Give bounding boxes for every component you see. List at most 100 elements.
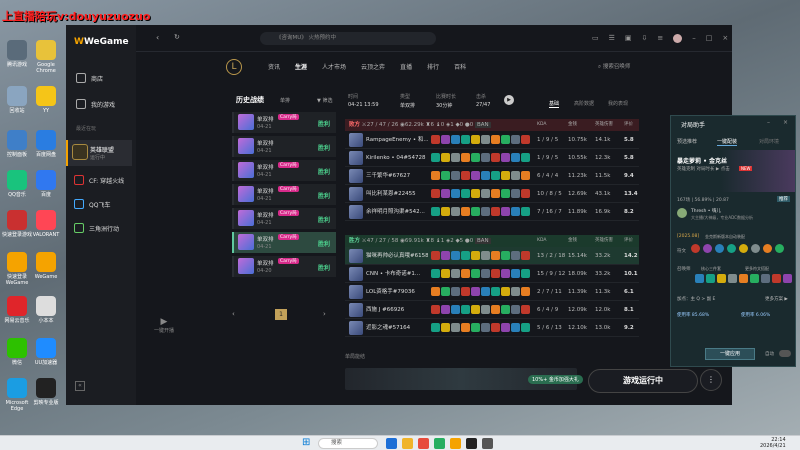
chat-icon[interactable]: ☰ xyxy=(609,34,615,43)
nav-item[interactable]: 直播 xyxy=(400,62,412,71)
menu-icon[interactable]: ≡ xyxy=(657,34,663,43)
nav-item[interactable]: 排行 xyxy=(427,62,439,71)
column-header: 评价 xyxy=(624,122,633,127)
back-icon[interactable]: ‹ xyxy=(156,33,159,42)
tab-basic[interactable]: 基础 xyxy=(549,100,560,108)
taskbar-app-icon[interactable] xyxy=(466,438,477,449)
player-name[interactable]: LOL资格手#79036 xyxy=(366,283,428,301)
history-row[interactable]: 单双排 04-21 Carry局 胜利 xyxy=(232,184,336,205)
maximize-icon[interactable]: □ xyxy=(706,34,713,43)
minimize-icon[interactable]: – xyxy=(692,34,696,43)
player-row[interactable]: 叫比利某恩#22455 10 / 8 / 5 12.69k 43.1k 13.4 xyxy=(345,185,639,203)
message-icon[interactable]: ▭ xyxy=(592,34,599,43)
nav-item[interactable]: 资讯 xyxy=(268,62,280,71)
clock[interactable]: 22:14 2026/4/21 xyxy=(760,437,786,449)
player-row[interactable]: RampageEnemy • 和... 1 / 9 / 5 10.75k 14.1k 5… xyxy=(345,131,639,149)
collapse-icon[interactable]: « xyxy=(75,381,85,391)
taskbar-app-icon[interactable] xyxy=(450,438,461,449)
nav-item[interactable]: 云顶之弈 xyxy=(361,62,385,71)
sidebar-game-lol[interactable]: 英雄联盟 运行中 xyxy=(66,140,132,166)
recommend-badge[interactable]: 推荐 xyxy=(777,196,790,202)
search-input[interactable]: 《咨询MU》 火热预约中 xyxy=(260,32,436,45)
download-icon[interactable]: ⇩ xyxy=(642,34,648,43)
taskbar-app-icon[interactable] xyxy=(482,438,493,449)
start-icon[interactable]: ⊞ xyxy=(302,437,310,448)
tab-preselect[interactable]: 预选推荐 xyxy=(677,138,697,145)
taskbar-app-icon[interactable] xyxy=(386,438,397,449)
helper-minimize-icon[interactable]: – xyxy=(767,119,770,126)
player-name[interactable]: 余祥明月照沟渠#542... xyxy=(366,203,428,221)
tab-my-performance[interactable]: 我的表现 xyxy=(608,100,628,107)
apply-button[interactable]: 一键应用 xyxy=(705,348,755,360)
nav-item[interactable]: 生涯 xyxy=(295,62,307,71)
player-name[interactable]: CNN • 卡布奇诺#1... xyxy=(366,265,428,283)
lol-logo-icon: L xyxy=(226,59,242,75)
avatar[interactable] xyxy=(673,34,683,43)
history-row[interactable]: 单双排 04-21 Carry局 胜利 xyxy=(232,112,336,133)
history-mode[interactable]: 单排 xyxy=(280,97,290,104)
summoner-search[interactable]: ⌕ 搜索召唤师 xyxy=(598,62,630,71)
desktop-icon[interactable]: WeGame xyxy=(29,252,63,280)
desktop-icon[interactable]: 百度 xyxy=(29,170,63,198)
desktop-icon[interactable]: UU加速器 xyxy=(29,338,63,366)
history-filter[interactable]: ▼ 筛选 xyxy=(317,97,332,104)
desktop-icon[interactable]: VALORANT xyxy=(29,210,63,238)
desktop-icon[interactable]: 小本本 xyxy=(29,296,63,324)
tab-one-click[interactable]: 一键配装 xyxy=(717,138,738,146)
next-page-icon[interactable]: › xyxy=(323,310,326,318)
desktop-icon[interactable]: Google Chrome xyxy=(29,40,63,74)
more-options-icon[interactable]: ⋮ xyxy=(700,369,722,391)
close-icon[interactable]: × xyxy=(722,34,728,43)
page-number[interactable]: 1 xyxy=(275,309,287,320)
player-row[interactable]: 余祥明月照沟渠#542... 7 / 16 / 7 11.89k 16.9k 8.2 xyxy=(345,203,639,221)
player-row[interactable]: 近影之魂#57164 5 / 6 / 13 12.10k 13.0k 9.2 xyxy=(345,319,639,337)
history-row[interactable]: 单双排 04-21 Carry局 胜利 xyxy=(232,232,336,253)
player-row[interactable]: CNN • 卡布奇诺#1... 15 / 9 / 12 18.09k 33.2k 10.… xyxy=(345,265,639,283)
nav-item[interactable]: 百科 xyxy=(454,62,466,71)
player-row[interactable]: 猫咪再帅必认真哦#61585 13 / 2 / 18 15.14k 33.2k 14.2 xyxy=(345,247,639,265)
sidebar-game-qqspeed[interactable]: QQ飞车 xyxy=(74,199,110,209)
auto-toggle[interactable] xyxy=(779,350,791,357)
history-row[interactable]: 单双排 04-21 Carry局 胜利 xyxy=(232,160,336,181)
history-row[interactable]: 单双排 04-21 胜利 xyxy=(232,136,336,157)
player-row[interactable]: 西施 J #66926 6 / 4 / 9 12.09k 12.0k 8.1 xyxy=(345,301,639,319)
gift-icon[interactable]: ▣ xyxy=(625,34,632,43)
record-button[interactable]: ▶ 一键开播 xyxy=(150,317,178,334)
sidebar-item-store[interactable]: 商店 xyxy=(76,73,103,83)
player-name[interactable]: 三千繁华#67627 xyxy=(366,167,428,185)
player-name[interactable]: 西施 J #66926 xyxy=(366,301,428,319)
player-row[interactable]: 三千繁华#67627 6 / 4 / 4 11.23k 11.5k 9.4 xyxy=(345,167,639,185)
tab-advanced[interactable]: 高阶数据 xyxy=(574,100,594,107)
history-row[interactable]: 单双排 04-21 Carry局 胜利 xyxy=(232,208,336,229)
summoner-tab[interactable]: 召唤师 xyxy=(677,266,691,272)
desktop-icon[interactable]: 百度网盘 xyxy=(29,130,63,158)
sidebar-game-delta[interactable]: 三角洲行动 xyxy=(74,223,119,233)
more-plans-link[interactable]: 更多方案 ▶ xyxy=(765,296,788,302)
player-name[interactable]: 近影之魂#57164 xyxy=(366,319,428,337)
sidebar-game-cf[interactable]: CF: 穿越火线 xyxy=(74,175,124,185)
player-row[interactable]: LOL资格手#79036 2 / 7 / 11 11.39k 11.3k 6.1 xyxy=(345,283,639,301)
helper-close-icon[interactable]: × xyxy=(783,119,788,126)
player-row[interactable]: Kirilenko • 04#54728 1 / 9 / 5 10.55k 12.3k… xyxy=(345,149,639,167)
history-row[interactable]: 单双排 04-20 Carry局 胜利 xyxy=(232,256,336,277)
player-name[interactable]: 叫比利某恩#22455 xyxy=(366,185,428,203)
taskbar-app-icon[interactable] xyxy=(402,438,413,449)
player-name[interactable]: Kirilenko • 04#54728 xyxy=(366,149,428,167)
taskbar-app-icon[interactable] xyxy=(418,438,429,449)
reward-badge[interactable]: 10%+ 金币加强大礼 xyxy=(528,375,583,384)
game-running-button[interactable]: 游戏运行中 xyxy=(588,369,698,393)
desktop-icon[interactable]: YY xyxy=(29,86,63,114)
replay-icon[interactable]: ▶ xyxy=(504,95,514,105)
item-icon xyxy=(471,171,480,180)
prev-page-icon[interactable]: ‹ xyxy=(232,310,235,318)
sidebar-item-my-games[interactable]: 我的游戏 xyxy=(76,99,115,109)
taskbar-app-icon[interactable] xyxy=(434,438,445,449)
desktop-icon[interactable]: 剪映专业版 xyxy=(29,378,63,406)
player-name[interactable]: RampageEnemy • 和... xyxy=(366,131,428,149)
nav-item[interactable]: 人才市场 xyxy=(322,62,346,71)
rune-tab[interactable]: 符文 xyxy=(677,248,686,254)
tab-environment[interactable]: 对局环境 xyxy=(759,138,779,145)
taskbar-search[interactable]: 搜索 xyxy=(318,438,378,449)
player-name[interactable]: 猫咪再帅必认真哦#61585 xyxy=(366,247,428,265)
refresh-icon[interactable]: ↻ xyxy=(174,33,180,41)
